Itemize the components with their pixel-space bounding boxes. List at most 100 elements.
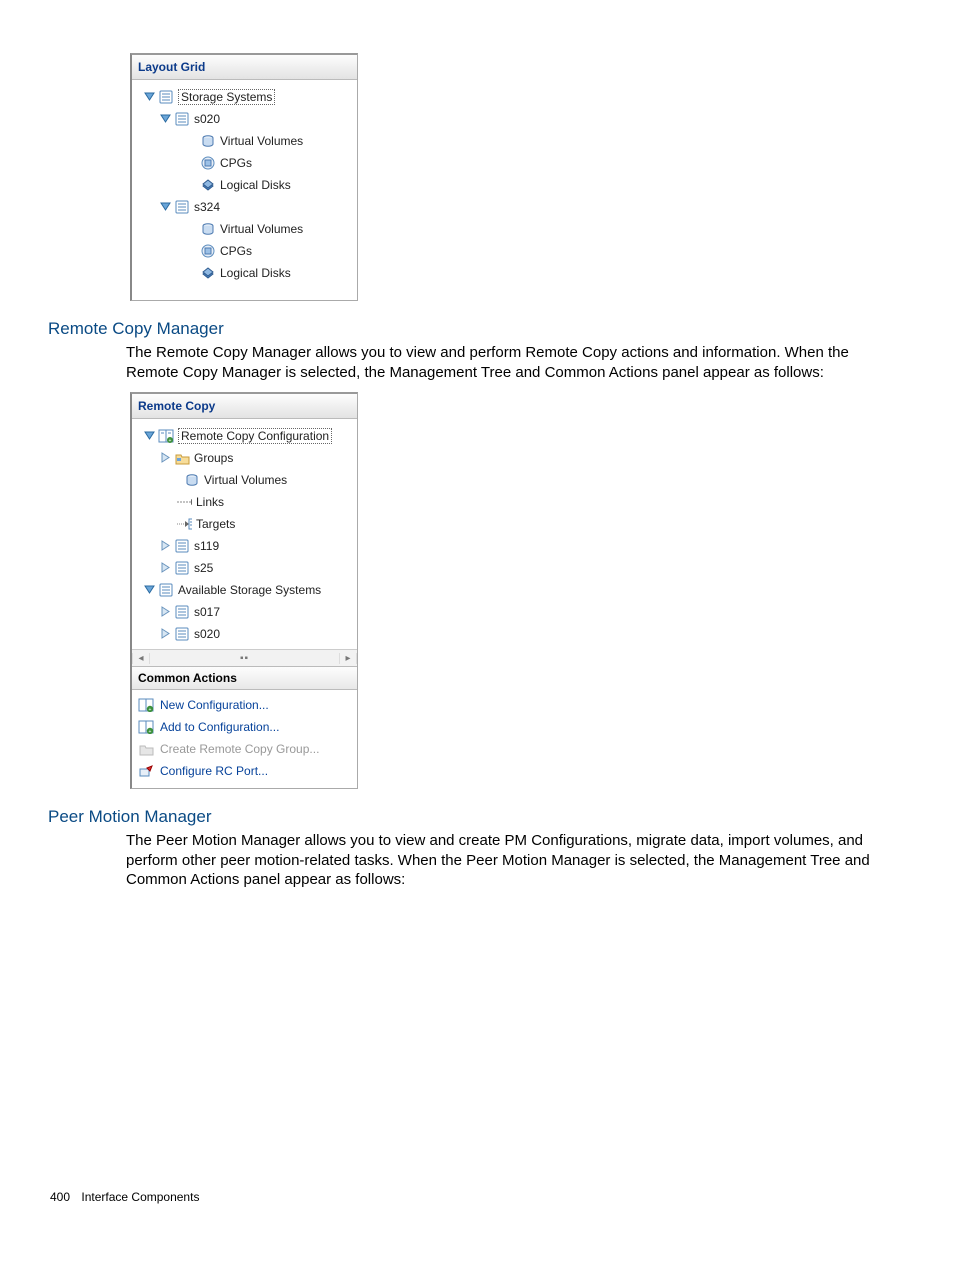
action-label: New Configuration... <box>160 698 269 712</box>
tree-item[interactable]: Virtual Volumes <box>136 218 357 240</box>
layout-grid-tree: Storage Systems s020 Virtual Volumes CPG… <box>132 80 357 300</box>
tree-item-label: Virtual Volumes <box>204 473 287 487</box>
chevron-down-icon[interactable] <box>144 430 156 442</box>
remote-copy-panel: Remote Copy + Remote Copy Configuration … <box>130 392 358 789</box>
tree-item-label: Logical Disks <box>220 178 291 192</box>
storage-icon <box>158 89 174 105</box>
disk-icon <box>200 265 216 281</box>
tree-item-label: s017 <box>194 605 220 619</box>
tree-item[interactable]: s25 <box>136 557 357 579</box>
chevron-right-icon[interactable] <box>160 606 172 618</box>
storage-icon <box>158 582 174 598</box>
tree-item[interactable]: Targets <box>136 513 357 535</box>
chevron-down-icon[interactable] <box>144 91 156 103</box>
tree-item-label: s119 <box>194 539 219 553</box>
action-new-configuration[interactable]: + New Configuration... <box>138 694 353 716</box>
scroll-left-icon[interactable]: ◂ <box>132 653 150 664</box>
action-create-rc-group: Create Remote Copy Group... <box>138 738 353 760</box>
tree-item-label: s324 <box>194 200 220 214</box>
cpg-icon <box>200 155 216 171</box>
action-add-configuration[interactable]: + Add to Configuration... <box>138 716 353 738</box>
tree-item-label: CPGs <box>220 244 252 258</box>
folder-icon <box>174 450 190 466</box>
section-heading: Remote Copy Manager <box>48 319 904 339</box>
tree-item-label: CPGs <box>220 156 252 170</box>
tree-item[interactable]: Virtual Volumes <box>136 469 357 491</box>
storage-icon <box>174 538 190 554</box>
common-actions-header: Common Actions <box>132 666 357 690</box>
common-actions: + New Configuration... + Add to Configur… <box>132 690 357 788</box>
chevron-down-icon[interactable] <box>160 113 172 125</box>
cpg-icon <box>200 243 216 259</box>
tree-root-label: Storage Systems <box>178 89 275 105</box>
disk-icon <box>200 177 216 193</box>
volume-icon <box>200 133 216 149</box>
tree-item[interactable]: Links <box>136 491 357 513</box>
tree-item[interactable]: s020 <box>136 623 357 645</box>
footer-label: Interface Components <box>81 1190 199 1204</box>
panel-title: Layout Grid <box>132 55 357 80</box>
tree-item-label: s020 <box>194 627 220 641</box>
chevron-down-icon[interactable] <box>160 201 172 213</box>
chevron-right-icon[interactable] <box>160 562 172 574</box>
scroll-right-icon[interactable]: ▸ <box>339 653 357 664</box>
volume-icon <box>200 221 216 237</box>
tree-item-label: Links <box>196 495 224 509</box>
action-label: Create Remote Copy Group... <box>160 742 319 756</box>
links-icon <box>176 494 192 510</box>
tree-item-label: Groups <box>194 451 233 465</box>
tree-item-system[interactable]: s020 <box>136 108 357 130</box>
section-paragraph: The Peer Motion Manager allows you to vi… <box>126 831 904 890</box>
storage-icon <box>174 604 190 620</box>
chevron-down-icon[interactable] <box>144 584 156 596</box>
create-group-icon <box>138 741 154 757</box>
targets-icon <box>176 516 192 532</box>
tree-item[interactable]: s119 <box>136 535 357 557</box>
chevron-right-icon[interactable] <box>160 540 172 552</box>
layout-grid-panel: Layout Grid Storage Systems s020 Virtual… <box>130 53 358 301</box>
page-number: 400 <box>50 1190 70 1204</box>
tree-item[interactable]: CPGs <box>136 240 357 262</box>
port-icon <box>138 763 154 779</box>
action-label: Configure RC Port... <box>160 764 268 778</box>
svg-text:+: + <box>169 438 172 443</box>
tree-item-label: Virtual Volumes <box>220 222 303 236</box>
volume-icon <box>184 472 200 488</box>
storage-icon <box>174 560 190 576</box>
tree-root[interactable]: + Remote Copy Configuration <box>136 425 357 447</box>
storage-icon <box>174 111 190 127</box>
tree-item-label: Targets <box>196 517 235 531</box>
tree-root[interactable]: Storage Systems <box>136 86 357 108</box>
tree-item-system[interactable]: s324 <box>136 196 357 218</box>
tree-item[interactable]: Logical Disks <box>136 262 357 284</box>
tree-root-label: Remote Copy Configuration <box>178 428 332 444</box>
chevron-right-icon[interactable] <box>160 628 172 640</box>
svg-text:+: + <box>149 707 152 712</box>
tree-item[interactable]: s017 <box>136 601 357 623</box>
chevron-right-icon[interactable] <box>160 452 172 464</box>
tree-item-label: s25 <box>194 561 213 575</box>
scrollbar[interactable]: ◂ ▪▪ ▸ <box>132 649 357 666</box>
storage-icon <box>174 199 190 215</box>
tree-item[interactable]: Groups <box>136 447 357 469</box>
remote-copy-tree: + Remote Copy Configuration Groups Virtu… <box>132 419 357 649</box>
section-paragraph: The Remote Copy Manager allows you to vi… <box>126 343 904 382</box>
tree-item-label: Logical Disks <box>220 266 291 280</box>
scroll-track[interactable]: ▪▪ <box>150 653 339 664</box>
svg-text:+: + <box>149 729 152 734</box>
tree-item[interactable]: Virtual Volumes <box>136 130 357 152</box>
tree-item-label: Available Storage Systems <box>178 583 321 597</box>
tree-item-label: s020 <box>194 112 220 126</box>
add-config-icon: + <box>138 719 154 735</box>
new-config-icon: + <box>138 697 154 713</box>
tree-item-label: Virtual Volumes <box>220 134 303 148</box>
page-footer: 400 Interface Components <box>50 1190 904 1204</box>
action-configure-rc-port[interactable]: Configure RC Port... <box>138 760 353 782</box>
tree-item[interactable]: CPGs <box>136 152 357 174</box>
tree-item[interactable]: Logical Disks <box>136 174 357 196</box>
action-label: Add to Configuration... <box>160 720 279 734</box>
panel-title: Remote Copy <box>132 394 357 419</box>
remote-copy-icon: + <box>158 428 174 444</box>
tree-item-avail[interactable]: Available Storage Systems <box>136 579 357 601</box>
storage-icon <box>174 626 190 642</box>
